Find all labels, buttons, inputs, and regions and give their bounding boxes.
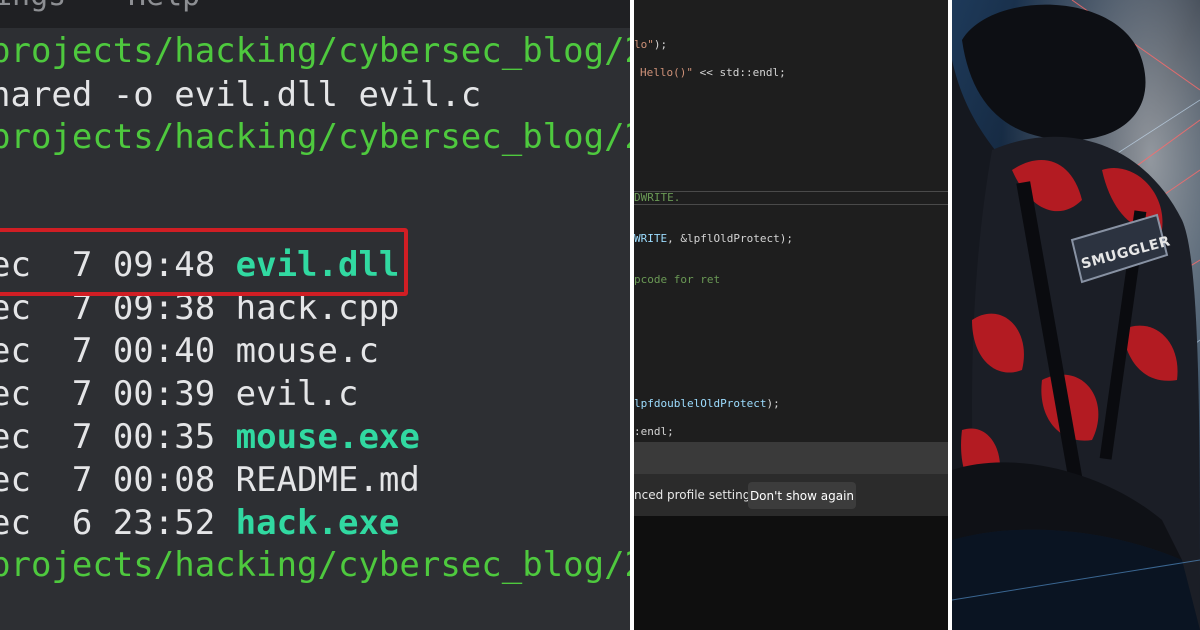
code-comment: pcode for ret	[634, 273, 721, 286]
terminal-panel: ings Help projects/hacking/cybersec_blog…	[0, 0, 630, 630]
code-string: lo"	[634, 38, 654, 51]
editor-separator	[634, 204, 948, 205]
file-name: evil.c	[235, 374, 359, 414]
code-string: Hello()"	[640, 66, 693, 79]
notification-header	[634, 442, 948, 474]
file-date: ec 7 00:08	[0, 460, 236, 500]
file-name: mouse.exe	[235, 417, 420, 457]
code-line: lpfdoublelOldProtect);	[634, 397, 780, 410]
dont-show-again-button[interactable]: Don't show again	[748, 482, 856, 509]
terminal-area	[634, 516, 948, 630]
code-text: );	[653, 38, 668, 51]
editor-separator	[634, 191, 948, 192]
file-date: ec 6 23:52	[0, 503, 236, 543]
file-row: ec 7 00:08 README.md	[0, 459, 420, 502]
file-row: ec 7 00:40 mouse.c	[0, 330, 379, 373]
code-text: << std::endl;	[692, 66, 786, 79]
code-identifier: lpfdoublelOldProtect	[634, 397, 767, 410]
menu-item-help[interactable]: Help	[128, 0, 200, 13]
notification-bar: nced profile settings. Don't show again	[634, 442, 948, 516]
editor-panel: lo"); Hello()" << std::endl; DWRITE. WRI…	[634, 0, 948, 630]
code-text: );	[766, 397, 780, 410]
terminal-prompt-line: projects/hacking/cybersec_blog/2	[0, 545, 630, 585]
file-name: README.md	[235, 460, 420, 500]
file-row: ec 7 00:35 mouse.exe	[0, 416, 420, 459]
file-name: hack.exe	[235, 503, 400, 543]
notification-text: nced profile settings.	[634, 488, 761, 502]
code-line: :endl;	[634, 425, 674, 438]
file-date: ec 7 00:40	[0, 331, 236, 371]
file-row: ec 6 23:52 hack.exe	[0, 502, 399, 545]
highlight-box	[0, 228, 408, 296]
code-text: , &lpflOldProtect);	[667, 232, 793, 245]
code-line: lo");	[634, 38, 667, 51]
smuggler-illustration: SMUGGLER	[952, 0, 1200, 630]
file-date: ec 7 00:39	[0, 374, 236, 414]
terminal-command-line: nared -o evil.dll evil.c	[0, 75, 482, 115]
code-identifier: WRITE	[634, 232, 668, 245]
terminal-prompt-line: projects/hacking/cybersec_blog/2	[0, 117, 630, 157]
terminal-menubar: ings Help	[0, 0, 630, 28]
code-comment: DWRITE.	[634, 191, 681, 204]
file-name: mouse.c	[235, 331, 379, 371]
illustration-art	[952, 0, 1200, 630]
menu-item-settings[interactable]: ings	[0, 0, 66, 13]
code-line: WRITE, &lpflOldProtect);	[634, 232, 793, 245]
file-date: ec 7 00:35	[0, 417, 236, 457]
file-row: ec 7 00:39 evil.c	[0, 373, 358, 416]
terminal-prompt-line: projects/hacking/cybersec_blog/2	[0, 31, 630, 71]
code-line: Hello()" << std::endl;	[640, 66, 786, 79]
